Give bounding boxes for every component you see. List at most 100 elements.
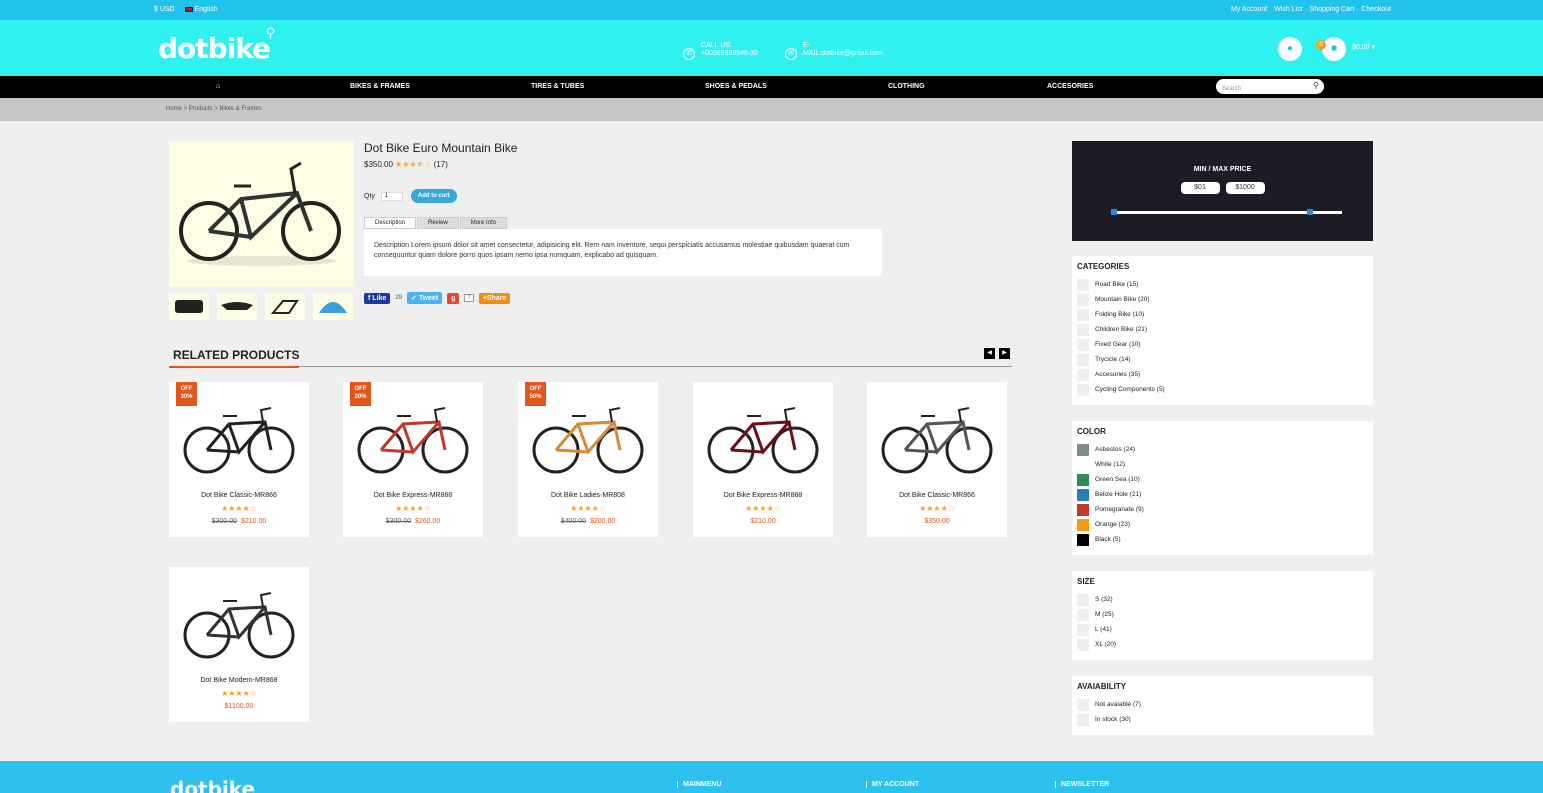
checkbox[interactable]: [1077, 293, 1089, 306]
related-product-card[interactable]: Dot Bike Classic-MR866 ★★★★☆ $350.00: [867, 382, 1007, 537]
checkbox[interactable]: [1077, 368, 1089, 381]
help-icon[interactable]: ?: [464, 294, 474, 302]
color-item[interactable]: Asbestos (24): [1077, 442, 1368, 457]
checkbox[interactable]: [1077, 308, 1089, 321]
thumbnail-frame[interactable]: [265, 293, 305, 320]
size-item[interactable]: XL (20): [1077, 637, 1368, 652]
color-swatch[interactable]: [1077, 518, 1089, 531]
logo[interactable]: dotbike ⚲: [158, 26, 275, 65]
min-price-handle[interactable]: [1111, 209, 1117, 215]
tweet-button[interactable]: ✓ Tweet: [407, 292, 443, 304]
color-item[interactable]: White (12): [1077, 457, 1368, 472]
product-image[interactable]: [877, 404, 997, 476]
color-swatch[interactable]: [1077, 473, 1089, 486]
tab-description[interactable]: Description: [364, 217, 417, 229]
nav-item-shoes-pedals[interactable]: SHOES & PEDALS: [705, 83, 767, 90]
quantity-input[interactable]: 1: [380, 191, 403, 201]
cart-button[interactable]: ■: [1322, 37, 1346, 61]
checkbox[interactable]: [1077, 698, 1089, 711]
checkbox[interactable]: [1077, 713, 1089, 726]
checkbox[interactable]: [1077, 383, 1089, 396]
categories-item[interactable]: Children Bike (21): [1077, 322, 1368, 337]
color-swatch[interactable]: [1077, 503, 1089, 516]
color-item[interactable]: Orange (23): [1077, 517, 1368, 532]
tab-more-info[interactable]: More Info: [459, 217, 508, 229]
categories-item[interactable]: Mountain Bike (20): [1077, 292, 1368, 307]
wish-list-link[interactable]: Wish List: [1274, 6, 1302, 13]
product-image[interactable]: [179, 404, 299, 476]
search-input[interactable]: Search ⚲: [1216, 79, 1324, 94]
product-name[interactable]: Dot Bike Classic-MR866: [169, 492, 309, 499]
shopping-cart-link[interactable]: Shopping Cart: [1310, 6, 1355, 13]
checkbox[interactable]: [1077, 353, 1089, 366]
min-price-input[interactable]: $01: [1180, 182, 1220, 194]
product-name[interactable]: Dot Bike Express-MR868: [693, 492, 833, 499]
related-product-card[interactable]: OFF 50% Dot Bike Ladies-MR808 ★★★★☆ $400.0…: [518, 382, 658, 537]
checkbox[interactable]: [1077, 638, 1089, 651]
availability-item[interactable]: Not avaiable (7): [1077, 697, 1368, 712]
nav-item-clothing[interactable]: CLOTHING: [888, 83, 925, 90]
product-name[interactable]: Dot Bike Modern-MR868: [169, 677, 309, 684]
checkbox[interactable]: [1077, 323, 1089, 336]
availability-item[interactable]: In stock (30): [1077, 712, 1368, 727]
color-swatch[interactable]: [1077, 458, 1089, 471]
color-item[interactable]: Belize Hole (21): [1077, 487, 1368, 502]
footer-logo[interactable]: dotbike: [170, 777, 255, 793]
product-image[interactable]: [528, 404, 648, 476]
product-image[interactable]: [169, 141, 354, 287]
nav-item-bikes-frames[interactable]: BIKES & FRAMES: [350, 83, 410, 90]
related-product-card[interactable]: Dot Bike Express-MR868 ★★★★☆ $210.00: [693, 382, 833, 537]
categories-item[interactable]: Trycicle (14): [1077, 352, 1368, 367]
nav-item-tires-tubes[interactable]: TIRES & TUBES: [531, 83, 584, 90]
color-item[interactable]: Green Sea (10): [1077, 472, 1368, 487]
product-name[interactable]: Dot Bike Express-MR868: [343, 492, 483, 499]
related-product-card[interactable]: OFF 30% Dot Bike Classic-MR866 ★★★★☆ $300.…: [169, 382, 309, 537]
color-item[interactable]: Pomegranate (9): [1077, 502, 1368, 517]
review-count[interactable]: (17): [434, 160, 448, 169]
color-swatch[interactable]: [1077, 488, 1089, 501]
product-image[interactable]: [703, 404, 823, 476]
search-icon[interactable]: ⚲: [1313, 81, 1319, 90]
currency-selector[interactable]: $ USD: [154, 6, 175, 13]
product-image[interactable]: [353, 404, 473, 476]
checkbox[interactable]: [1077, 338, 1089, 351]
categories-item[interactable]: Folding Bike (10): [1077, 307, 1368, 322]
product-name[interactable]: Dot Bike Classic-MR866: [867, 492, 1007, 499]
max-price-handle[interactable]: [1307, 209, 1313, 215]
checkout-link[interactable]: Checkout: [1361, 6, 1391, 13]
color-swatch[interactable]: [1077, 533, 1089, 546]
checkbox[interactable]: [1077, 593, 1089, 606]
checkbox[interactable]: [1077, 623, 1089, 636]
nav-item-accesories[interactable]: ACCESORIES: [1047, 83, 1093, 90]
related-product-card[interactable]: Dot Bike Modern-MR868 ★★★★☆ $1100.00: [169, 567, 309, 722]
related-product-card[interactable]: OFF 20% Dot Bike Express-MR868 ★★★★☆ $300.…: [343, 382, 483, 537]
thumbnail-helmet[interactable]: [313, 293, 353, 320]
categories-item[interactable]: Cycling Components (5): [1077, 382, 1368, 397]
size-item[interactable]: L (41): [1077, 622, 1368, 637]
language-selector[interactable]: English: [184, 6, 218, 13]
prev-arrow-icon[interactable]: ◀: [984, 348, 995, 359]
my-account-link[interactable]: My Account: [1231, 6, 1267, 13]
user-account-button[interactable]: ●: [1278, 37, 1302, 61]
thumbnail-pedals[interactable]: [169, 293, 209, 320]
google-plus-icon[interactable]: g: [447, 292, 460, 304]
product-name[interactable]: Dot Bike Ladies-MR808: [518, 492, 658, 499]
categories-item[interactable]: Fixed Gear (10): [1077, 337, 1368, 352]
facebook-like-button[interactable]: f Like: [364, 292, 391, 304]
size-item[interactable]: S (32): [1077, 592, 1368, 607]
max-price-input[interactable]: $1000: [1225, 182, 1265, 194]
thumbnail-saddle[interactable]: [217, 293, 257, 320]
product-image[interactable]: [179, 589, 299, 661]
color-swatch[interactable]: [1077, 443, 1089, 456]
checkbox[interactable]: [1077, 608, 1089, 621]
next-arrow-icon[interactable]: ▶: [999, 348, 1010, 359]
color-item[interactable]: Black (5): [1077, 532, 1368, 547]
categories-item[interactable]: Accesories (35): [1077, 367, 1368, 382]
categories-item[interactable]: Road Bike (15): [1077, 277, 1368, 292]
cart-total[interactable]: $0.00 ▾: [1352, 43, 1375, 51]
size-item[interactable]: M (25): [1077, 607, 1368, 622]
tab-review[interactable]: Review: [417, 217, 459, 229]
checkbox[interactable]: [1077, 278, 1089, 291]
add-to-cart-button[interactable]: Add to cart: [410, 189, 457, 203]
home-icon[interactable]: ⌂: [216, 83, 220, 90]
